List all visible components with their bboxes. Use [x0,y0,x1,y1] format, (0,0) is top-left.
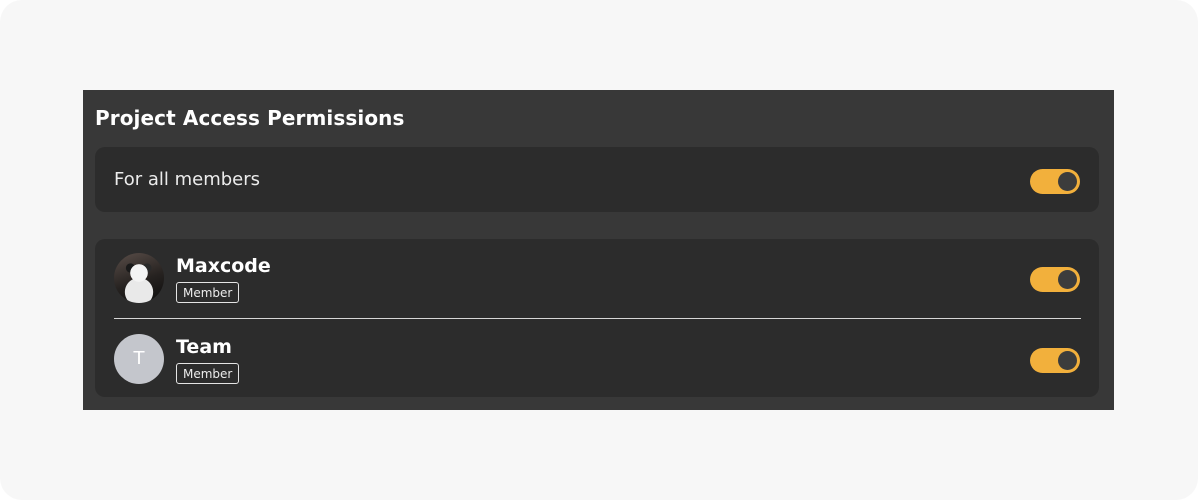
member-team-toggle[interactable] [1030,348,1080,373]
all-members-toggle[interactable] [1030,169,1080,194]
avatar: T [114,334,164,384]
all-members-card: For all members [95,147,1099,212]
member-maxcode-toggle[interactable] [1030,267,1080,292]
toggle-knob-icon [1058,351,1077,370]
member-row: Maxcode Member [95,239,1099,317]
members-list-card: Maxcode Member T Team Member [95,239,1099,397]
toggle-knob-icon [1058,270,1077,289]
all-members-label: For all members [114,169,261,190]
project-access-permissions-panel: Project Access Permissions For all membe… [83,90,1114,410]
toggle-knob-icon [1058,172,1077,191]
role-badge: Member [176,282,240,303]
page-background: Project Access Permissions For all membe… [0,0,1198,500]
role-badge: Member [176,363,240,384]
panel-title: Project Access Permissions [95,106,405,130]
member-name: Maxcode [176,255,271,277]
avatar [114,253,164,303]
member-row: T Team Member [95,319,1099,397]
member-name: Team [176,336,232,358]
